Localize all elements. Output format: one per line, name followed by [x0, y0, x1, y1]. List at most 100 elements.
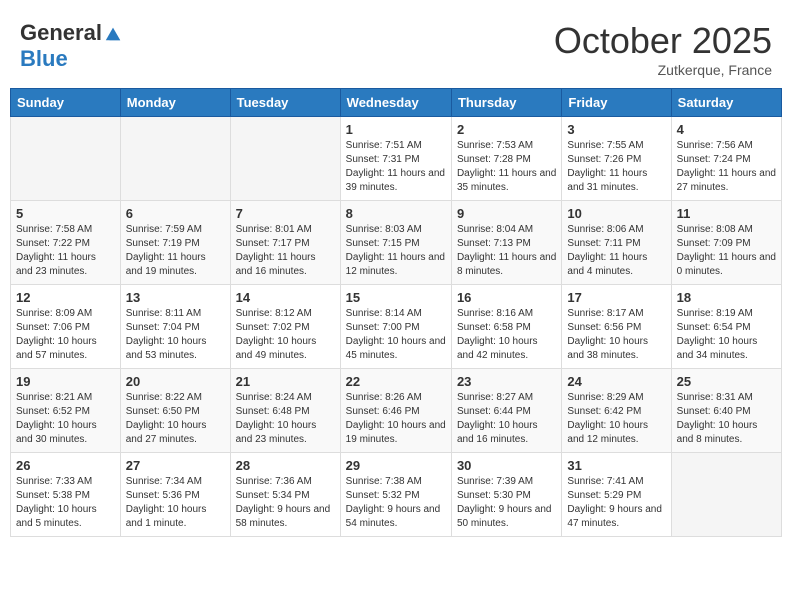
day-number: 7: [236, 206, 335, 221]
logo-blue-text: Blue: [20, 46, 68, 72]
calendar-cell: 15 Sunrise: 8:14 AM Sunset: 7:00 PM Dayli…: [340, 285, 451, 369]
calendar-cell: 22 Sunrise: 8:26 AM Sunset: 6:46 PM Dayli…: [340, 369, 451, 453]
day-number: 26: [16, 458, 115, 473]
day-info: Sunrise: 8:03 AM Sunset: 7:15 PM Dayligh…: [346, 223, 446, 279]
page-header: General Blue October 2025 Zutkerque, Fra…: [10, 10, 782, 83]
day-info: Sunrise: 8:14 AM Sunset: 7:00 PM Dayligh…: [346, 307, 446, 363]
day-number: 14: [236, 290, 335, 305]
day-number: 4: [677, 122, 776, 137]
weekday-header-row: SundayMondayTuesdayWednesdayThursdayFrid…: [11, 89, 782, 117]
weekday-header-wednesday: Wednesday: [340, 89, 451, 117]
logo-icon: [104, 24, 122, 42]
calendar-cell: 24 Sunrise: 8:29 AM Sunset: 6:42 PM Dayli…: [562, 369, 671, 453]
calendar-cell: 25 Sunrise: 8:31 AM Sunset: 6:40 PM Dayli…: [671, 369, 781, 453]
day-number: 29: [346, 458, 446, 473]
calendar-cell: 3 Sunrise: 7:55 AM Sunset: 7:26 PM Daylig…: [562, 117, 671, 201]
day-number: 10: [567, 206, 665, 221]
calendar-cell: 8 Sunrise: 8:03 AM Sunset: 7:15 PM Daylig…: [340, 201, 451, 285]
day-number: 22: [346, 374, 446, 389]
day-info: Sunrise: 8:09 AM Sunset: 7:06 PM Dayligh…: [16, 307, 115, 363]
calendar-cell: 26 Sunrise: 7:33 AM Sunset: 5:38 PM Dayli…: [11, 453, 121, 537]
day-number: 16: [457, 290, 556, 305]
weekday-header-sunday: Sunday: [11, 89, 121, 117]
weekday-header-tuesday: Tuesday: [230, 89, 340, 117]
day-info: Sunrise: 7:51 AM Sunset: 7:31 PM Dayligh…: [346, 139, 446, 195]
calendar-cell: 16 Sunrise: 8:16 AM Sunset: 6:58 PM Dayli…: [451, 285, 561, 369]
title-section: October 2025 Zutkerque, France: [554, 20, 772, 78]
calendar-cell: 23 Sunrise: 8:27 AM Sunset: 6:44 PM Dayli…: [451, 369, 561, 453]
day-number: 15: [346, 290, 446, 305]
day-number: 5: [16, 206, 115, 221]
calendar-cell: 19Sunrise: 8:21 AM Sunset: 6:52 PM Dayli…: [11, 369, 121, 453]
day-number: 30: [457, 458, 556, 473]
calendar-cell: 27Sunrise: 7:34 AM Sunset: 5:36 PM Dayli…: [120, 453, 230, 537]
day-number: 6: [126, 206, 225, 221]
calendar-cell: 9Sunrise: 8:04 AM Sunset: 7:13 PM Daylig…: [451, 201, 561, 285]
day-info: Sunrise: 8:21 AM Sunset: 6:52 PM Dayligh…: [16, 391, 115, 447]
calendar-week-row: 5 Sunrise: 7:58 AM Sunset: 7:22 PM Daylig…: [11, 201, 782, 285]
logo-general-text: General: [20, 20, 102, 46]
calendar-cell: 12Sunrise: 8:09 AM Sunset: 7:06 PM Dayli…: [11, 285, 121, 369]
calendar-cell: [230, 117, 340, 201]
calendar-cell: 14 Sunrise: 8:12 AM Sunset: 7:02 PM Dayli…: [230, 285, 340, 369]
day-number: 27: [126, 458, 225, 473]
weekday-header-friday: Friday: [562, 89, 671, 117]
calendar-week-row: 26 Sunrise: 7:33 AM Sunset: 5:38 PM Dayli…: [11, 453, 782, 537]
location: Zutkerque, France: [554, 62, 772, 78]
calendar-cell: 30 Sunrise: 7:39 AM Sunset: 5:30 PM Dayli…: [451, 453, 561, 537]
calendar-cell: 18 Sunrise: 8:19 AM Sunset: 6:54 PM Dayli…: [671, 285, 781, 369]
calendar-cell: 17Sunrise: 8:17 AM Sunset: 6:56 PM Dayli…: [562, 285, 671, 369]
day-info: Sunrise: 7:39 AM Sunset: 5:30 PM Dayligh…: [457, 475, 556, 531]
calendar-cell: [11, 117, 121, 201]
day-info: Sunrise: 8:26 AM Sunset: 6:46 PM Dayligh…: [346, 391, 446, 447]
logo: General Blue: [20, 20, 122, 72]
calendar-cell: 20 Sunrise: 8:22 AM Sunset: 6:50 PM Dayli…: [120, 369, 230, 453]
day-number: 13: [126, 290, 225, 305]
day-number: 25: [677, 374, 776, 389]
day-info: Sunrise: 7:33 AM Sunset: 5:38 PM Dayligh…: [16, 475, 115, 531]
calendar-cell: 2 Sunrise: 7:53 AM Sunset: 7:28 PM Daylig…: [451, 117, 561, 201]
day-info: Sunrise: 8:31 AM Sunset: 6:40 PM Dayligh…: [677, 391, 776, 447]
day-info: Sunrise: 8:27 AM Sunset: 6:44 PM Dayligh…: [457, 391, 556, 447]
day-number: 23: [457, 374, 556, 389]
weekday-header-saturday: Saturday: [671, 89, 781, 117]
day-number: 2: [457, 122, 556, 137]
day-info: Sunrise: 8:29 AM Sunset: 6:42 PM Dayligh…: [567, 391, 665, 447]
day-info: Sunrise: 8:22 AM Sunset: 6:50 PM Dayligh…: [126, 391, 225, 447]
calendar-cell: 1Sunrise: 7:51 AM Sunset: 7:31 PM Daylig…: [340, 117, 451, 201]
calendar-week-row: 1Sunrise: 7:51 AM Sunset: 7:31 PM Daylig…: [11, 117, 782, 201]
day-number: 18: [677, 290, 776, 305]
day-info: Sunrise: 7:55 AM Sunset: 7:26 PM Dayligh…: [567, 139, 665, 195]
calendar-cell: [120, 117, 230, 201]
calendar-cell: 7 Sunrise: 8:01 AM Sunset: 7:17 PM Daylig…: [230, 201, 340, 285]
day-number: 3: [567, 122, 665, 137]
day-info: Sunrise: 8:16 AM Sunset: 6:58 PM Dayligh…: [457, 307, 556, 363]
calendar-cell: [671, 453, 781, 537]
calendar-week-row: 12Sunrise: 8:09 AM Sunset: 7:06 PM Dayli…: [11, 285, 782, 369]
weekday-header-monday: Monday: [120, 89, 230, 117]
day-number: 8: [346, 206, 446, 221]
calendar-cell: 28Sunrise: 7:36 AM Sunset: 5:34 PM Dayli…: [230, 453, 340, 537]
day-info: Sunrise: 7:58 AM Sunset: 7:22 PM Dayligh…: [16, 223, 115, 279]
day-info: Sunrise: 8:12 AM Sunset: 7:02 PM Dayligh…: [236, 307, 335, 363]
day-info: Sunrise: 7:41 AM Sunset: 5:29 PM Dayligh…: [567, 475, 665, 531]
day-info: Sunrise: 7:56 AM Sunset: 7:24 PM Dayligh…: [677, 139, 776, 195]
day-info: Sunrise: 7:53 AM Sunset: 7:28 PM Dayligh…: [457, 139, 556, 195]
day-number: 31: [567, 458, 665, 473]
day-info: Sunrise: 7:36 AM Sunset: 5:34 PM Dayligh…: [236, 475, 335, 531]
day-number: 11: [677, 206, 776, 221]
calendar-cell: 4 Sunrise: 7:56 AM Sunset: 7:24 PM Daylig…: [671, 117, 781, 201]
day-number: 20: [126, 374, 225, 389]
weekday-header-thursday: Thursday: [451, 89, 561, 117]
day-info: Sunrise: 8:19 AM Sunset: 6:54 PM Dayligh…: [677, 307, 776, 363]
day-info: Sunrise: 7:38 AM Sunset: 5:32 PM Dayligh…: [346, 475, 446, 531]
calendar-table: SundayMondayTuesdayWednesdayThursdayFrid…: [10, 88, 782, 537]
day-info: Sunrise: 8:17 AM Sunset: 6:56 PM Dayligh…: [567, 307, 665, 363]
calendar-cell: 31 Sunrise: 7:41 AM Sunset: 5:29 PM Dayli…: [562, 453, 671, 537]
calendar-cell: 21Sunrise: 8:24 AM Sunset: 6:48 PM Dayli…: [230, 369, 340, 453]
day-number: 21: [236, 374, 335, 389]
calendar-cell: 5 Sunrise: 7:58 AM Sunset: 7:22 PM Daylig…: [11, 201, 121, 285]
day-info: Sunrise: 7:59 AM Sunset: 7:19 PM Dayligh…: [126, 223, 225, 279]
day-number: 24: [567, 374, 665, 389]
day-info: Sunrise: 8:01 AM Sunset: 7:17 PM Dayligh…: [236, 223, 335, 279]
